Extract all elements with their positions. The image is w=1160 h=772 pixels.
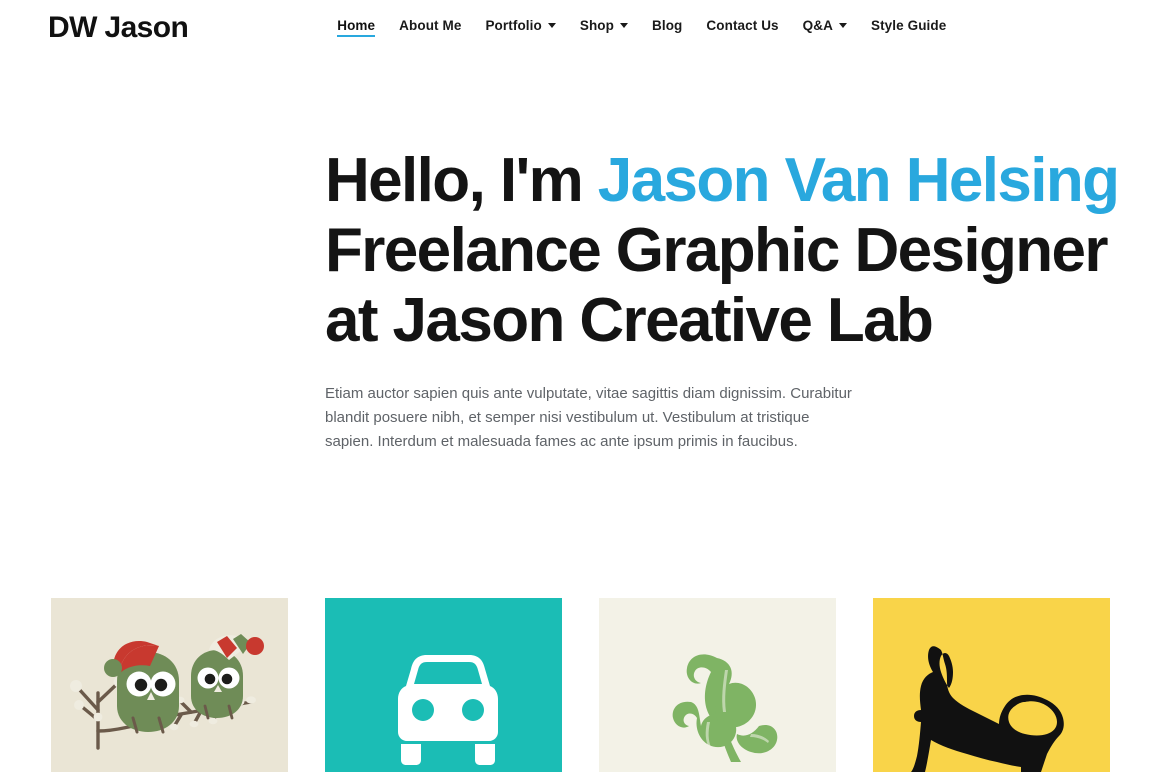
nav-item-label: Q&A	[802, 17, 833, 33]
thumb-owls-on-branch[interactable]	[51, 598, 288, 772]
main-navigation: Home About Me Portfolio Shop Blog Contact Us Q…	[337, 19, 946, 38]
hero-name-accent: Jason Van Helsing	[597, 146, 1120, 215]
nav-item-about-me[interactable]: About Me	[399, 19, 461, 38]
hero-paragraph: Etiam auctor sapien quis ante vulputate,…	[325, 385, 852, 450]
nav-item-portfolio[interactable]: Portfolio	[485, 17, 556, 38]
nav-item-qa[interactable]: Q&A	[803, 19, 847, 38]
nav-item-label: Style Guide	[870, 17, 947, 33]
nav-item-home[interactable]: Home	[337, 17, 376, 38]
nav-item-blog[interactable]: Blog	[652, 19, 682, 38]
chevron-down-icon	[838, 23, 847, 28]
chevron-down-icon	[547, 23, 556, 28]
nav-item-label: Portfolio	[485, 17, 542, 33]
hero-line-3: at Jason Creative Lab	[325, 286, 934, 355]
nav-item-style-guide[interactable]: Style Guide	[871, 19, 946, 38]
nav-item-shop[interactable]: Shop	[580, 19, 628, 38]
site-header: DW Jason Home About Me Portfolio Shop Blog Co…	[0, 0, 1160, 56]
hero-section: Hello, I'm Jason Van Helsing Freelance G…	[0, 56, 1160, 454]
silhouette-illustration	[911, 646, 1064, 772]
nav-item-label: Contact Us	[706, 17, 779, 33]
thumb-green-plant[interactable]	[599, 598, 836, 772]
nav-item-label: Home	[337, 17, 376, 33]
thumb-silhouette-yellow[interactable]	[873, 598, 1110, 772]
thumb-car-icon[interactable]	[325, 598, 562, 772]
nav-item-label: Blog	[652, 17, 683, 33]
site-logo[interactable]: DW Jason	[48, 13, 189, 43]
chevron-down-icon	[620, 23, 628, 28]
leaf-illustration	[672, 654, 778, 762]
active-nav-underline	[337, 35, 376, 38]
nav-item-label: Shop	[579, 17, 614, 33]
car-illustration	[398, 655, 498, 765]
nav-item-label: About Me	[399, 17, 462, 33]
portfolio-thumbnail-strip	[0, 598, 1160, 772]
page-title: Hello, I'm Jason Van Helsing Freelance G…	[325, 146, 1160, 356]
owls-illustration	[70, 634, 264, 750]
hero-greeting: Hello, I'm	[325, 146, 598, 215]
nav-item-contact-us[interactable]: Contact Us	[706, 19, 778, 38]
hero-line-2: Freelance Graphic Designer	[325, 216, 1109, 285]
